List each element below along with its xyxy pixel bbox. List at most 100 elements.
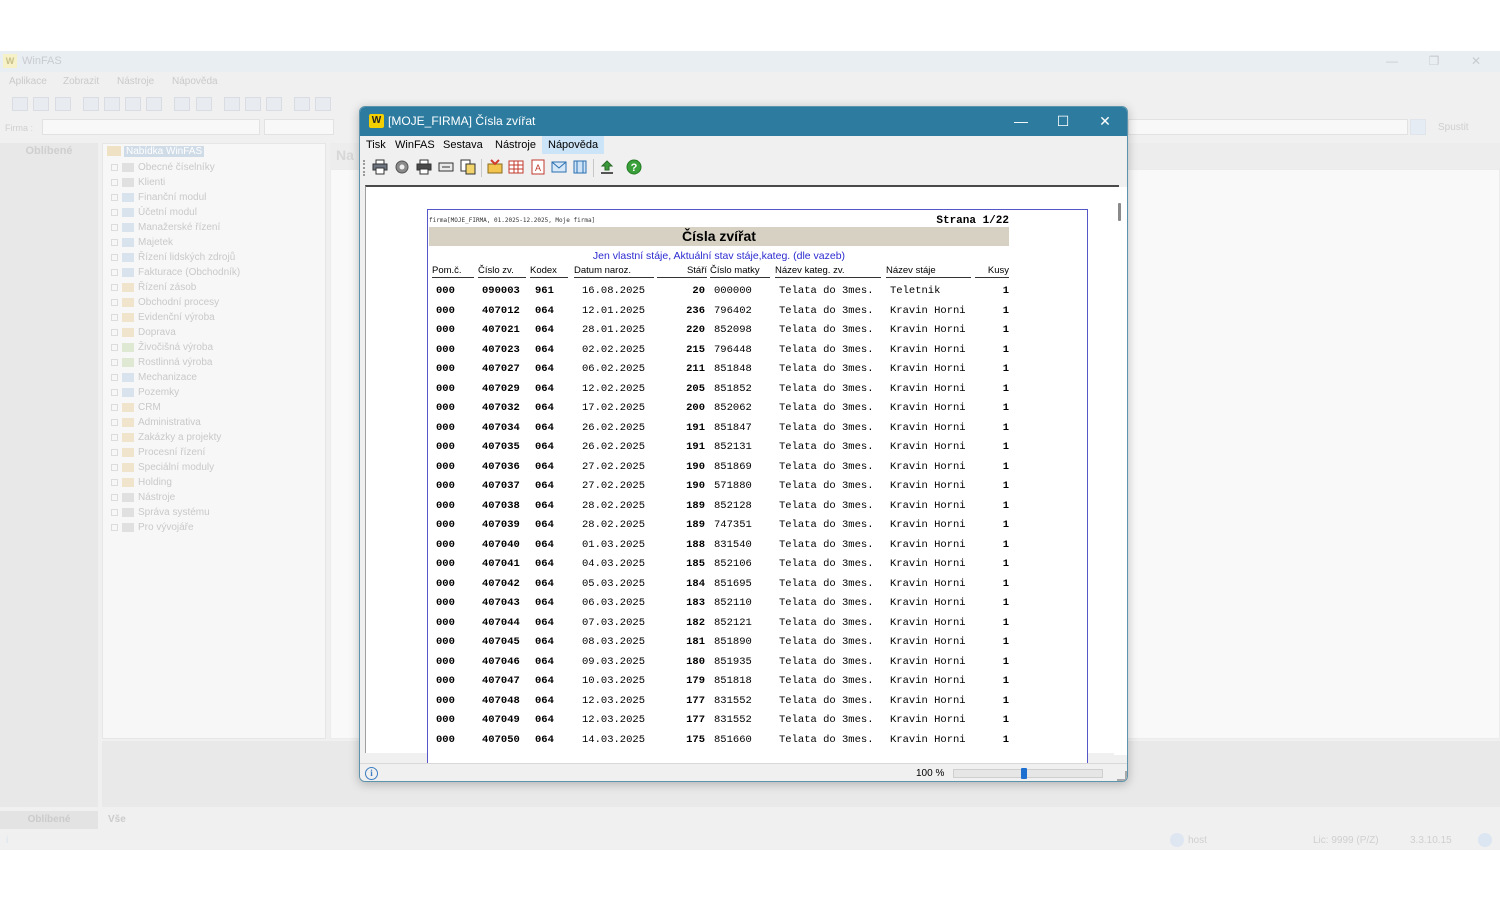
page-setup-icon[interactable] [437,159,455,177]
expand-icon[interactable] [111,268,118,276]
tree-item[interactable]: Pozemky [111,385,240,400]
tree-item[interactable]: Obchodní procesy [111,295,240,310]
upload-icon[interactable] [146,97,162,111]
toolbar-grip[interactable] [363,160,365,176]
menu-nastroje[interactable]: Nástroje [117,76,154,87]
table-export-icon[interactable] [507,159,525,177]
tree-item[interactable]: Fakturace (Obchodník) [111,265,240,280]
expand-icon[interactable] [111,523,118,531]
minimize-icon[interactable]: — [1372,53,1412,70]
tree-item[interactable]: Pro vývojáře [111,520,240,535]
menu-nastroje[interactable]: Nástroje [489,136,542,154]
expand-icon[interactable] [111,178,118,186]
zoom-slider[interactable] [953,768,1103,779]
spustit-button[interactable]: Spustit [1438,122,1469,133]
expand-icon[interactable] [111,463,118,471]
menu-napoveda[interactable]: Nápověda [542,136,605,154]
expand-icon[interactable] [111,403,118,411]
zoom-slider-thumb[interactable] [1020,768,1027,779]
tree-item[interactable]: Řízení lidských zdrojů [111,250,240,265]
info-icon[interactable]: i [365,767,378,780]
command-input[interactable] [1128,119,1408,135]
menu-zobrazit[interactable]: Zobrazit [63,76,99,87]
expand-icon[interactable] [111,448,118,456]
menu-tisk[interactable]: Tisk [360,136,392,154]
restore-icon[interactable]: ❐ [1414,53,1454,70]
tree-item[interactable]: Řízení zásob [111,280,240,295]
upload-icon[interactable] [598,159,616,177]
expand-icon[interactable] [111,193,118,201]
tree-item[interactable]: Finanční modul [111,190,240,205]
printer-setup-icon[interactable] [415,159,433,177]
maximize-button[interactable]: ☐ [1042,107,1084,136]
expand-icon[interactable] [111,418,118,426]
expand-icon[interactable] [111,343,118,351]
tree-item[interactable]: Evidenční výroba [111,310,240,325]
copy-report-icon[interactable] [459,159,477,177]
expand-icon[interactable] [111,283,118,291]
expand-icon[interactable] [111,223,118,231]
email-icon[interactable] [550,159,568,177]
tree-item[interactable]: Klienti [111,175,240,190]
tree-item[interactable]: Mechanizace [111,370,240,385]
tree-item[interactable]: Nástroje [111,490,240,505]
vertical-scrollbar[interactable] [1114,187,1127,755]
run-icon[interactable] [1410,119,1426,135]
tree-item[interactable]: Správa systému [111,505,240,520]
tree-item[interactable]: Procesní řízení [111,445,240,460]
tree-item[interactable]: Administrativa [111,415,240,430]
expand-icon[interactable] [111,358,118,366]
expand-icon[interactable] [111,373,118,381]
expand-icon[interactable] [111,253,118,261]
copy-icon[interactable] [104,97,120,111]
layout-icon[interactable] [33,97,49,111]
layout-icon[interactable] [12,97,28,111]
gear-icon[interactable] [266,97,282,111]
resize-grip[interactable] [1117,771,1127,781]
tree-item[interactable]: Zakázky a projekty [111,430,240,445]
expand-icon[interactable] [111,208,118,216]
layout-icon[interactable] [55,97,71,111]
expand-icon[interactable] [111,238,118,246]
list-icon[interactable] [196,97,212,111]
scrollbar-thumb[interactable] [1118,203,1121,221]
monitor-icon[interactable] [294,97,310,111]
tree-item[interactable]: Obecné číselníky [111,160,240,175]
close-icon[interactable]: ✕ [1456,53,1496,70]
expand-icon[interactable] [111,163,118,171]
menu-napoveda[interactable]: Nápověda [172,76,218,87]
firma-name-field[interactable] [264,119,334,135]
menu-winfas[interactable]: WinFAS [389,136,441,154]
globe-icon[interactable] [1478,833,1492,847]
folder-export-icon[interactable] [486,159,504,177]
expand-icon[interactable] [111,298,118,306]
help-icon[interactable]: ? [625,159,643,177]
expand-icon[interactable] [111,388,118,396]
print-icon[interactable] [371,159,389,177]
expand-icon[interactable] [111,478,118,486]
archive-icon[interactable] [571,159,589,177]
minus-icon[interactable] [245,97,261,111]
tree-root[interactable]: Nabídka WinFAS [107,146,205,157]
tree-item[interactable]: Manažerské řízení [111,220,240,235]
tree-item[interactable]: Živočišná výroba [111,340,240,355]
star-icon[interactable] [224,97,240,111]
tab-vse[interactable]: Vše [108,814,126,825]
expand-icon[interactable] [111,508,118,516]
tree-item[interactable]: Rostlinná výroba [111,355,240,370]
tree-item[interactable]: Holding [111,475,240,490]
tree-icon[interactable] [174,97,190,111]
tree-item[interactable]: Doprava [111,325,240,340]
minimize-button[interactable]: — [1000,107,1042,136]
back-icon[interactable] [83,97,99,111]
expand-icon[interactable] [111,328,118,336]
tree-item[interactable]: Účetní modul [111,205,240,220]
gear-icon[interactable] [393,159,411,177]
menu-aplikace[interactable]: Aplikace [9,76,47,87]
firma-input[interactable] [42,119,260,135]
expand-icon[interactable] [111,493,118,501]
expand-icon[interactable] [111,433,118,441]
tree-item[interactable]: CRM [111,400,240,415]
expand-icon[interactable] [111,313,118,321]
tab-oblibene[interactable]: Oblíbené [0,811,98,829]
